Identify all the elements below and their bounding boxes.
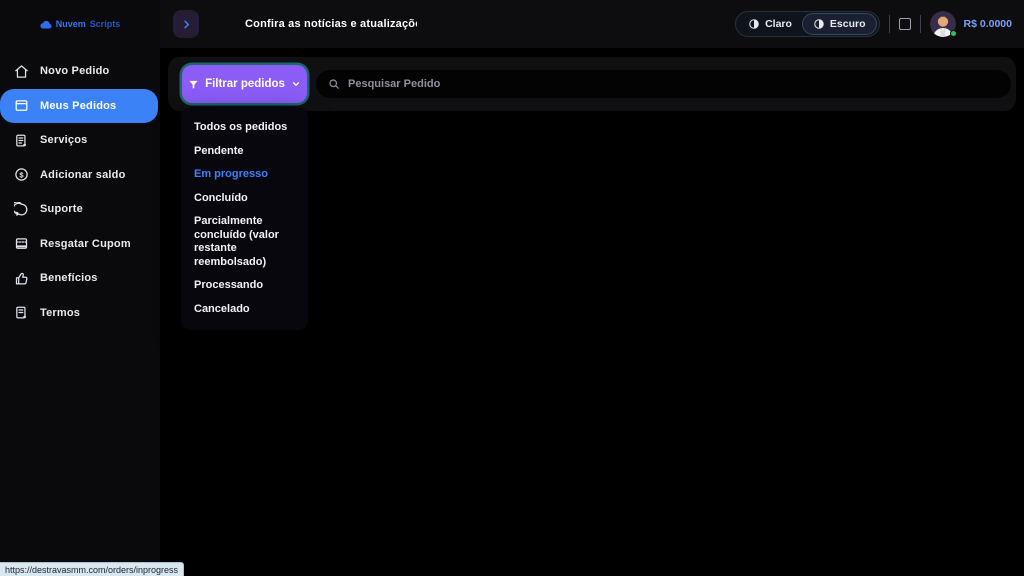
filter-option-em-progresso[interactable]: Em progresso [181,164,308,186]
orders-card-icon [13,98,29,114]
light-theme-icon [748,18,760,30]
announcement-text: Confira as notícias e atualizações na ab… [245,18,417,30]
chevron-down-icon [291,79,301,89]
filter-button-label: Filtrar pedidos [205,78,285,90]
sidebar-item-adicionar-saldo[interactable]: $ Adicionar saldo [0,158,160,193]
divider [920,15,921,33]
theme-option-claro[interactable]: Claro [738,14,802,34]
sidebar-item-beneficios[interactable]: Benefícios [0,261,160,296]
thumbs-up-icon [13,270,29,286]
online-status-dot [950,30,957,37]
coupon-icon [13,236,29,252]
cloud-logo-icon [40,20,52,29]
filter-orders-button[interactable]: Filtrar pedidos [182,65,307,103]
search-order-container [316,70,1011,98]
filter-option-todos-os-pedidos[interactable]: Todos os pedidos [181,117,308,139]
sidebar-item-label: Benefícios [40,272,98,284]
brand-logo[interactable]: Nuvem Scripts [0,0,160,48]
theme-option-label: Claro [765,18,792,30]
sidebar-item-label: Suporte [40,203,83,215]
theme-option-label: Escuro [830,18,866,30]
search-icon [328,78,340,90]
home-icon [13,63,29,79]
sidebar-nav: Novo Pedido Meus Pedidos Serviços $ Adic… [0,54,160,330]
sidebar-item-termos[interactable]: Termos [0,296,160,331]
filter-dropdown-menu: Todos os pedidos Pendente Em progresso C… [181,107,308,330]
dark-theme-icon [813,18,825,30]
brand-name-secondary: Scripts [90,19,121,29]
brand-name-primary: Nuvem [56,19,86,29]
svg-text:$: $ [19,171,24,180]
sidebar-item-meus-pedidos[interactable]: Meus Pedidos [0,89,158,124]
account-button[interactable]: R$ 0.0000 [930,11,1012,37]
filter-option-cancelado[interactable]: Cancelado [181,299,308,321]
funnel-icon [188,79,199,90]
app-screen: Nuvem Scripts Novo Pedido Meus Pedidos [0,0,1024,576]
services-icon [13,132,29,148]
filter-option-concluido[interactable]: Concluído [181,188,308,210]
divider [889,15,890,33]
orders-filter-panel: Filtrar pedidos [168,57,1016,111]
sidebar-item-label: Termos [40,307,80,319]
sidebar-item-servicos[interactable]: Serviços [0,123,160,158]
sidebar-item-label: Novo Pedido [40,65,109,77]
link-status-bar: https://destravasmm.com/orders/inprogres… [0,562,184,576]
avatar [930,11,956,37]
chevron-right-icon [181,19,192,30]
sidebar-collapse-button[interactable] [173,10,199,38]
filter-option-pendente[interactable]: Pendente [181,141,308,163]
sidebar-item-label: Resgatar Cupom [40,238,131,250]
search-order-input[interactable] [348,78,999,90]
sidebar-item-label: Meus Pedidos [40,100,116,112]
terms-icon [13,305,29,321]
add-balance-icon: $ [13,167,29,183]
sidebar-item-label: Serviços [40,134,87,146]
sidebar: Nuvem Scripts Novo Pedido Meus Pedidos [0,0,160,576]
theme-toggle: Claro Escuro [735,11,879,37]
balance-amount: R$ 0.0000 [964,18,1012,30]
topbar-right-cluster: Claro Escuro [735,0,1012,48]
filter-option-processando[interactable]: Processando [181,275,308,297]
square-icon[interactable] [899,18,911,30]
support-icon [13,201,29,217]
filter-option-parcialmente-concluido[interactable]: Parcialmente concluído (valor restante r… [181,211,308,273]
announcement-marquee: Confira as notícias e atualizações na ab… [245,0,417,48]
theme-option-escuro[interactable]: Escuro [802,13,877,35]
sidebar-item-suporte[interactable]: Suporte [0,192,160,227]
sidebar-item-resgatar-cupom[interactable]: Resgatar Cupom [0,227,160,262]
sidebar-item-novo-pedido[interactable]: Novo Pedido [0,54,160,89]
sidebar-item-label: Adicionar saldo [40,169,126,181]
topbar: Confira as notícias e atualizações na ab… [160,0,1024,48]
